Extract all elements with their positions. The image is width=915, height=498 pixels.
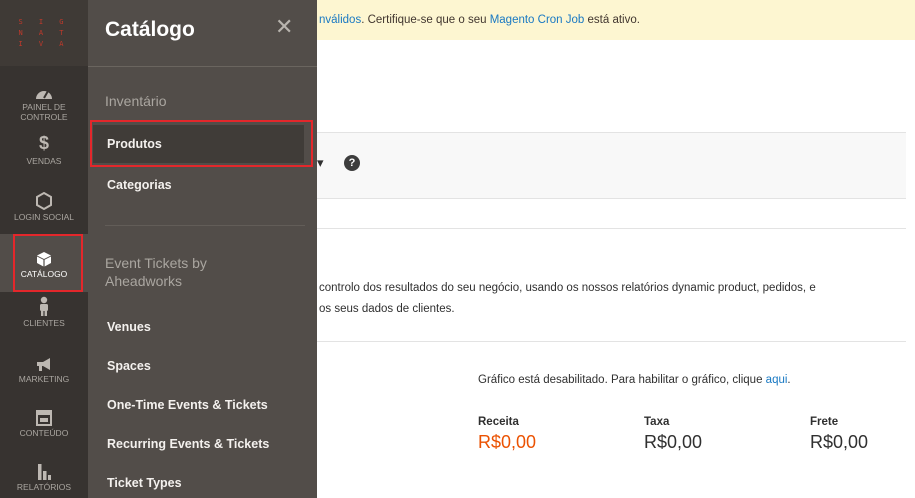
stat-shipping: Frete R$0,00	[810, 416, 868, 453]
hexagon-icon	[36, 190, 52, 210]
menu-item-reports[interactable]: RELATÓRIOS	[0, 460, 88, 492]
dollar-icon: $	[38, 133, 49, 153]
intro-line: os seus dados de clientes.	[319, 303, 455, 315]
menu-item-label: RELATÓRIOS	[16, 482, 72, 492]
menu-item-social-login[interactable]: LOGIN SOCIAL	[0, 190, 88, 222]
chevron-down-icon[interactable]: ▾	[317, 155, 324, 171]
flyout-item-products[interactable]: Produtos	[93, 125, 304, 163]
cron-job-link[interactable]: Magento Cron Job	[490, 14, 585, 26]
bar-chart-icon	[36, 460, 52, 480]
stat-value: R$0,00	[810, 432, 869, 452]
dashboard-intro-text: controlo dos resultados do seu negócio, …	[319, 278, 899, 320]
flyout-item-recurring-events[interactable]: Recurring Events & Tickets	[93, 433, 304, 455]
menu-item-label: LOGIN SOCIAL	[14, 212, 74, 222]
flyout-item-ticket-types[interactable]: Ticket Types	[93, 472, 304, 494]
megaphone-icon	[35, 352, 53, 372]
menu-item-label: PAINEL DE CONTROLE	[20, 102, 68, 122]
notice-link[interactable]: nválidos	[319, 14, 361, 26]
logo-line: I V A	[18, 40, 70, 48]
intro-line: controlo dos resultados do seu negócio, …	[319, 282, 816, 294]
stat-label: Receita	[478, 416, 519, 428]
flyout-item-categories[interactable]: Categorias	[93, 174, 304, 196]
divider	[317, 341, 906, 342]
divider	[88, 66, 317, 67]
store-scope-bar: ▾ ?	[317, 132, 906, 199]
menu-item-label: MARKETING	[18, 374, 70, 384]
close-icon[interactable]: ✕	[275, 16, 293, 38]
stat-label: Frete	[810, 416, 839, 428]
dashboard-icon	[35, 80, 53, 100]
menu-item-dashboard[interactable]: PAINEL DE CONTROLE	[0, 80, 88, 122]
stat-value: R$0,00	[478, 432, 537, 452]
logo[interactable]: S I G N A T I V A	[0, 0, 88, 66]
divider	[105, 225, 305, 226]
stat-tax: Taxa R$0,00	[644, 416, 702, 453]
flyout-title: Catálogo	[105, 18, 195, 41]
menu-item-label: VENDAS	[26, 156, 62, 166]
menu-item-label: CATÁLOGO	[20, 269, 68, 279]
flyout-item-one-time-events[interactable]: One-Time Events & Tickets	[93, 394, 304, 416]
divider	[317, 228, 906, 229]
graph-note-text: Gráfico está desabilitado. Para habilita…	[478, 374, 766, 386]
system-notice: nválidos. Certifique-se que o seu Magent…	[317, 0, 915, 40]
layout-icon	[36, 406, 52, 426]
notice-text: está ativo.	[584, 14, 640, 26]
logo-line: N A T	[18, 29, 70, 37]
graph-note-text: .	[787, 374, 791, 386]
group-title-inventory: Inventário	[105, 93, 167, 109]
flyout-item-venues[interactable]: Venues	[93, 316, 304, 338]
stat-value: R$0,00	[644, 432, 703, 452]
admin-sidebar: S I G N A T I V A PAINEL DE CONTROLE $ V…	[0, 0, 88, 498]
box-icon	[36, 247, 52, 267]
catalog-flyout-menu: Catálogo ✕ Inventário Produtos Categoria…	[88, 0, 317, 498]
group-title-event-tickets: Event Tickets by Aheadworks	[105, 255, 207, 289]
enable-graph-link[interactable]: aqui	[766, 374, 788, 386]
menu-item-catalog[interactable]: CATÁLOGO	[0, 234, 88, 292]
menu-item-label: CONTEÚDO	[19, 428, 69, 438]
menu-item-customers[interactable]: CLIENTES	[0, 296, 88, 328]
graph-disabled-note: Gráfico está desabilitado. Para habilita…	[478, 374, 791, 386]
person-icon	[38, 296, 50, 316]
menu-item-label: CLIENTES	[23, 318, 65, 328]
stat-revenue: Receita R$0,00	[478, 416, 536, 453]
flyout-item-spaces[interactable]: Spaces	[93, 355, 304, 377]
help-icon[interactable]: ?	[344, 155, 360, 171]
menu-item-content[interactable]: CONTEÚDO	[0, 406, 88, 438]
notice-text: . Certifique-se que o seu	[361, 14, 490, 26]
menu-item-sales[interactable]: $ VENDAS	[0, 133, 88, 166]
menu-item-marketing[interactable]: MARKETING	[0, 352, 88, 384]
stat-label: Taxa	[644, 416, 670, 428]
logo-line: S I G	[18, 18, 70, 26]
